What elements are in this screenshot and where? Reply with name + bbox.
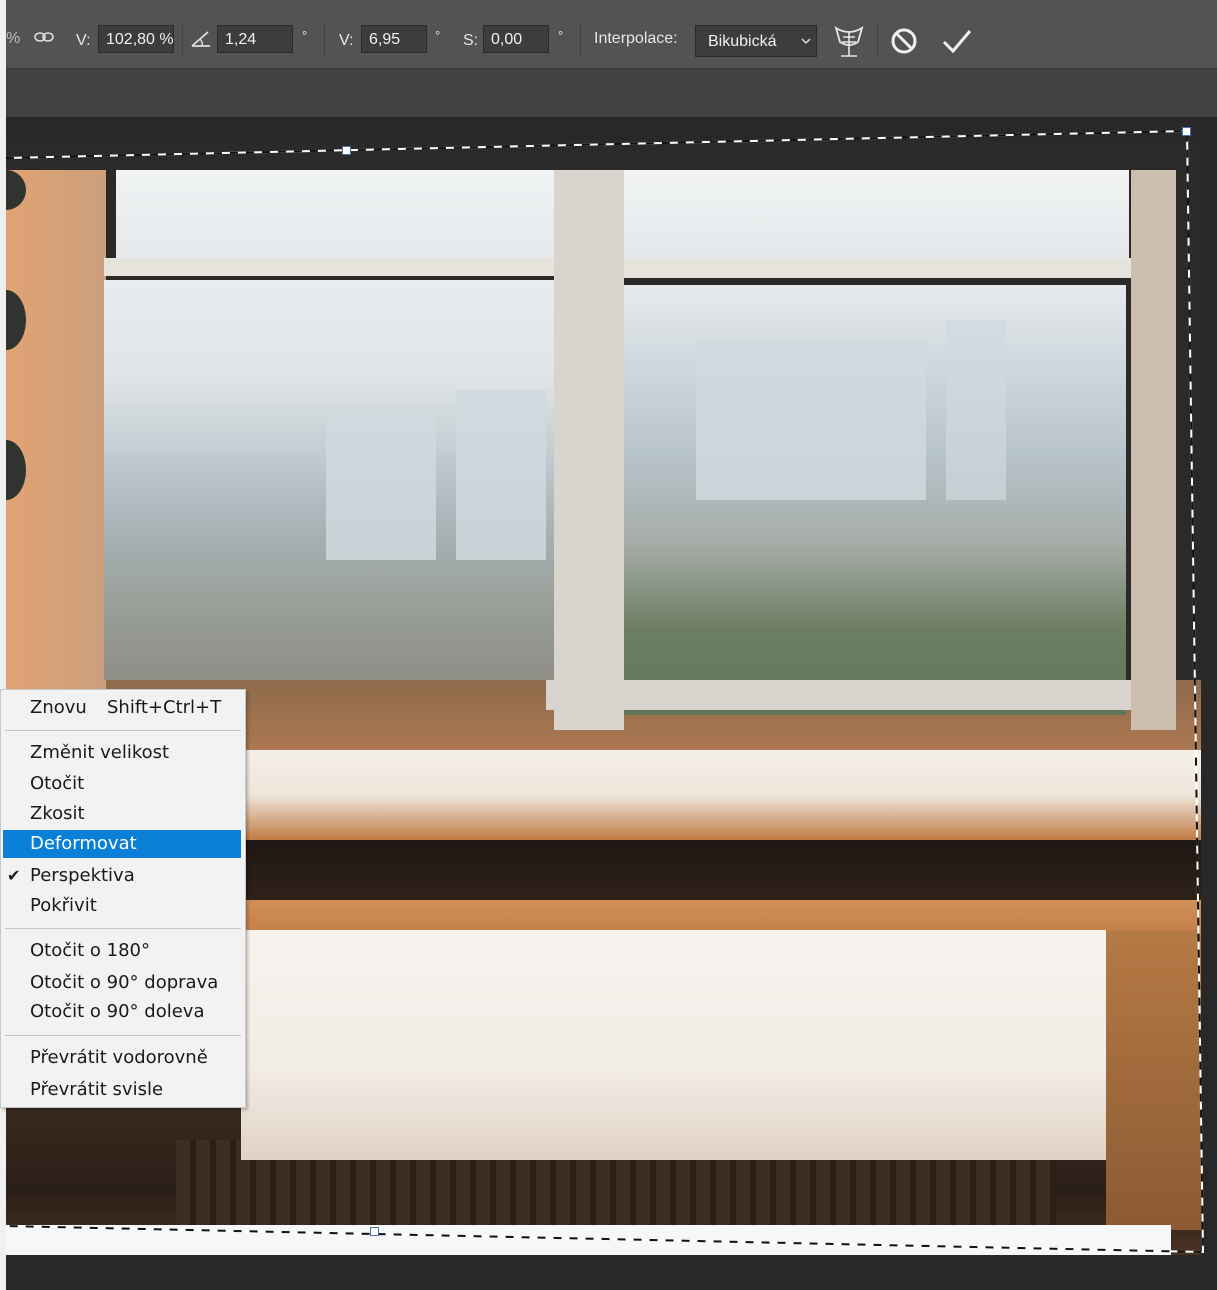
menu-separator: [5, 730, 241, 731]
checkmark-icon: ✔: [7, 866, 21, 885]
interpolation-value: Bikubická: [708, 33, 777, 50]
menu-item-rotate[interactable]: Otočit: [3, 770, 241, 798]
separator: [877, 22, 878, 58]
building: [456, 390, 546, 560]
horizontal-skew-field[interactable]: 6,95: [361, 25, 427, 53]
menu-item-rotate-90-cw[interactable]: Otočit o 90° doprava: [3, 969, 241, 997]
sill-shadow: [241, 840, 1201, 900]
window-mullion: [616, 258, 1131, 278]
height-percent-field[interactable]: 102,80 %: [98, 25, 174, 53]
wooden-cabinet: [1106, 930, 1201, 1230]
menu-item-warp[interactable]: Pokřivit: [3, 892, 241, 920]
window-mullion: [104, 258, 559, 276]
window-pane-top-left: [116, 170, 556, 265]
degree-symbol: °: [558, 28, 564, 43]
angle-icon: [190, 30, 212, 53]
window-frame-right: [1131, 170, 1176, 730]
transform-handle-top-right[interactable]: [1182, 127, 1191, 136]
window-sill: [241, 750, 1201, 840]
interpolation-label: Interpolace:: [594, 30, 678, 47]
rotation-angle-field[interactable]: 1,24: [217, 25, 293, 53]
separator: [182, 22, 183, 58]
degree-symbol: °: [302, 28, 308, 43]
cancel-icon[interactable]: [889, 26, 919, 61]
transform-options-bar: % V: 102,80 % 1,24 ° V: 6,95 ° S: 0,00 °…: [6, 0, 1217, 69]
window-mullion: [554, 170, 624, 730]
building: [696, 340, 926, 500]
menu-item-label: Perspektiva: [30, 865, 135, 886]
transform-handle-bottom[interactable]: [370, 1227, 379, 1236]
transparent-edge: [6, 1225, 1171, 1255]
menu-item-distort[interactable]: Deformovat: [3, 830, 241, 858]
menu-item-skew[interactable]: Zkosit: [3, 800, 241, 828]
height-label: V:: [76, 32, 91, 49]
menu-item-label: Znovu: [30, 697, 87, 718]
window-mullion: [546, 680, 1146, 710]
window-pane-top-right: [624, 170, 1129, 265]
transform-context-menu: Znovu Shift+Ctrl+T Změnit velikost Otoči…: [0, 689, 246, 1108]
chain-link-icon[interactable]: [34, 30, 54, 49]
hskew-label: V:: [339, 32, 354, 49]
menu-item-rotate-180[interactable]: Otočit o 180°: [3, 937, 241, 965]
commit-check-icon[interactable]: [941, 26, 973, 61]
menu-item-again[interactable]: Znovu Shift+Ctrl+T: [3, 694, 241, 722]
warp-icon[interactable]: [832, 22, 866, 63]
document-tab-bar: [6, 69, 1217, 117]
menu-item-flip-horizontal[interactable]: Převrátit vodorovně: [3, 1044, 241, 1072]
menu-item-perspective[interactable]: ✔ Perspektiva: [3, 862, 241, 890]
menu-separator: [5, 1035, 241, 1036]
transform-handle-top[interactable]: [342, 146, 351, 155]
degree-symbol: °: [435, 28, 441, 43]
interpolation-select[interactable]: Bikubická: [695, 25, 817, 57]
vertical-skew-field[interactable]: 0,00: [483, 25, 549, 53]
separator: [324, 22, 325, 58]
separator: [580, 22, 581, 58]
white-desk: [241, 930, 1106, 1160]
menu-item-shortcut: Shift+Ctrl+T: [107, 697, 222, 718]
truncated-label: %: [6, 30, 21, 47]
building: [946, 320, 1006, 500]
chevron-down-icon: [800, 26, 812, 68]
menu-item-scale[interactable]: Změnit velikost: [3, 739, 241, 767]
building: [326, 410, 436, 560]
vskew-label: S:: [463, 32, 479, 49]
menu-item-flip-vertical[interactable]: Převrátit svisle: [3, 1076, 241, 1104]
menu-item-rotate-90-ccw[interactable]: Otočit o 90° doleva: [3, 998, 241, 1026]
menu-separator: [5, 928, 241, 929]
